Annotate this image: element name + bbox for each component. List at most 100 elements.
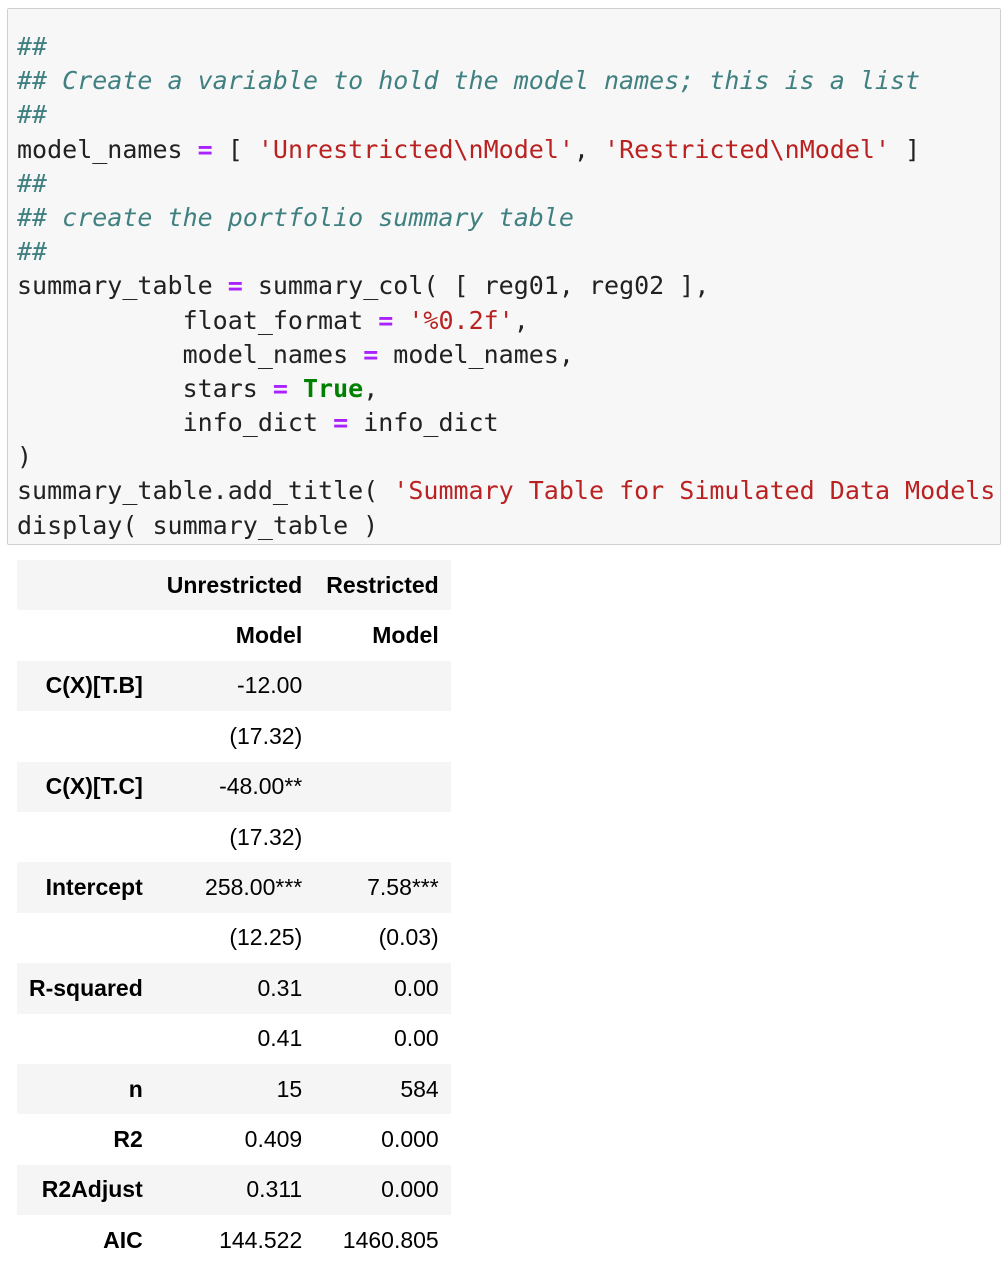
table-cell: 1460.805 bbox=[342, 1226, 439, 1253]
table-cell: 0.409 bbox=[244, 1125, 303, 1152]
code-line: float_format = '%0.2f', bbox=[17, 304, 1000, 338]
code-token-op: = bbox=[378, 305, 394, 335]
table-cell bbox=[314, 761, 451, 812]
code-token-op: = bbox=[363, 339, 379, 369]
row-label bbox=[17, 1014, 155, 1064]
code-line: summary_table = summary_col( [ reg01, re… bbox=[17, 269, 1000, 303]
code-token-plain: summary_table bbox=[17, 271, 228, 301]
column-header: Model bbox=[235, 622, 303, 649]
table-header-row: Unrestricted Restricted bbox=[17, 560, 451, 611]
code-token-comment: ## bbox=[17, 237, 48, 267]
row-label bbox=[17, 560, 155, 611]
table-cell: (17.32) bbox=[229, 722, 303, 749]
code-token-plain: display( summary_table ) bbox=[17, 510, 379, 540]
table-cell: 0.00 bbox=[393, 1025, 439, 1052]
code-line: ) bbox=[17, 440, 1000, 474]
code-token-comment: ## create the portfolio summary table bbox=[17, 202, 574, 232]
table-cell: (12.25) bbox=[229, 924, 303, 951]
code-token-plain: ) bbox=[17, 442, 33, 472]
code-line: ## Create a variable to hold the model n… bbox=[17, 64, 1000, 98]
table-cell: (0.03) bbox=[378, 924, 439, 951]
table-cell: 0.41 bbox=[257, 1025, 303, 1052]
table-row: (12.25) (0.03) bbox=[17, 913, 451, 963]
code-line: ## bbox=[17, 235, 1000, 269]
code-line: model_names = [ 'Unrestricted\nModel', '… bbox=[17, 133, 1000, 167]
column-header: Model bbox=[372, 622, 439, 649]
code-token-str: 'Unrestricted\nModel' bbox=[257, 134, 574, 164]
row-label bbox=[17, 610, 155, 660]
code-line: ## bbox=[17, 30, 1000, 64]
code-line: stars = True, bbox=[17, 372, 1000, 406]
column-header: Restricted bbox=[314, 560, 451, 611]
table-cell: -12.00 bbox=[154, 660, 315, 712]
row-label: R2Adjust bbox=[17, 1164, 155, 1216]
code-line: model_names = model_names, bbox=[17, 338, 1000, 372]
code-token-plain: model_names, bbox=[378, 339, 574, 369]
table-cell: -48.00** bbox=[154, 761, 315, 812]
code-token-plain: info_dict bbox=[17, 408, 334, 438]
table-row: n 15 584 bbox=[17, 1063, 451, 1115]
code-line: display( summary_table ) bbox=[17, 509, 1000, 543]
code-token-str: 'Restricted\nModel' bbox=[604, 134, 891, 164]
code-token-op: = bbox=[272, 373, 288, 403]
row-label: C(X)[T.C] bbox=[17, 761, 155, 812]
table-row: (17.32) bbox=[17, 711, 451, 761]
table-row: C(X)[T.C] -48.00** bbox=[17, 761, 451, 812]
code-token-comment: ## bbox=[17, 168, 48, 198]
code-token-comment: ## Create a variable to hold the model n… bbox=[17, 66, 921, 96]
table-row: R-squared 0.31 0.00 bbox=[17, 963, 451, 1014]
table-header-row: Model Model bbox=[17, 610, 451, 660]
summary-table: Unrestricted Restricted Model Model C(X)[T.B… bbox=[17, 560, 451, 1265]
table-row: C(X)[T.B] -12.00 bbox=[17, 660, 451, 712]
code-token-plain: , bbox=[513, 305, 529, 335]
row-label: C(X)[T.B] bbox=[17, 660, 155, 712]
table-cell bbox=[314, 660, 451, 712]
code-token-kw: True bbox=[303, 373, 364, 403]
code-editor[interactable]: ## ## Create a variable to hold the model… bbox=[17, 30, 1001, 543]
table-cell: 0.311 bbox=[154, 1164, 315, 1216]
code-token-op: = bbox=[227, 271, 243, 301]
row-label bbox=[17, 711, 155, 761]
table-row: AIC 144.522 1460.805 bbox=[17, 1215, 451, 1265]
code-token-op: = bbox=[197, 134, 213, 164]
code-cell[interactable]: ## ## Create a variable to hold the model… bbox=[7, 8, 1001, 545]
code-token-comment: ## bbox=[17, 100, 48, 130]
row-label bbox=[17, 913, 155, 963]
table-cell: 7.58*** bbox=[314, 862, 451, 913]
code-token-str: 'Summary Table for Simulated Data Models… bbox=[393, 476, 1001, 506]
code-token-plain: model_names bbox=[17, 134, 198, 164]
code-line: ## create the portfolio summary table bbox=[17, 201, 1000, 235]
code-token-plain: [ bbox=[212, 134, 258, 164]
code-token-plain: info_dict bbox=[348, 408, 499, 438]
table-cell: 0.00 bbox=[314, 963, 451, 1014]
table-row: (17.32) bbox=[17, 812, 451, 862]
row-label: n bbox=[17, 1063, 155, 1115]
code-token-plain: stars bbox=[17, 373, 273, 403]
code-token-plain: model_names bbox=[17, 339, 364, 369]
table-row: R2 0.409 0.000 bbox=[17, 1114, 451, 1164]
code-token-plain: float_format bbox=[17, 305, 379, 335]
table-cell: 258.00*** bbox=[154, 862, 315, 913]
table-cell: 0.000 bbox=[314, 1164, 451, 1216]
code-line: info_dict = info_dict bbox=[17, 406, 1000, 440]
row-label: R2 bbox=[113, 1125, 143, 1152]
table-cell: 0.31 bbox=[154, 963, 315, 1014]
code-line: summary_table.add_title( 'Summary Table … bbox=[17, 474, 1001, 508]
code-token-plain: , bbox=[363, 373, 379, 403]
code-token-plain: summary_col( [ reg01, reg02 ], bbox=[242, 271, 710, 301]
table-cell: 15 bbox=[154, 1063, 315, 1115]
table-row: Intercept 258.00*** 7.58*** bbox=[17, 862, 451, 913]
table-cell bbox=[314, 711, 450, 761]
table-row: R2Adjust 0.311 0.000 bbox=[17, 1164, 451, 1216]
table-cell: 144.522 bbox=[219, 1226, 303, 1253]
table-cell: 584 bbox=[314, 1063, 451, 1115]
row-label: Intercept bbox=[17, 862, 155, 913]
code-token-plain: , bbox=[573, 134, 605, 164]
column-header: Unrestricted bbox=[154, 560, 315, 611]
row-label: AIC bbox=[103, 1226, 143, 1253]
code-token-plain: ] bbox=[890, 134, 921, 164]
table-row: 0.41 0.00 bbox=[17, 1014, 451, 1064]
code-token-plain: summary_table.add_title( bbox=[17, 476, 394, 506]
